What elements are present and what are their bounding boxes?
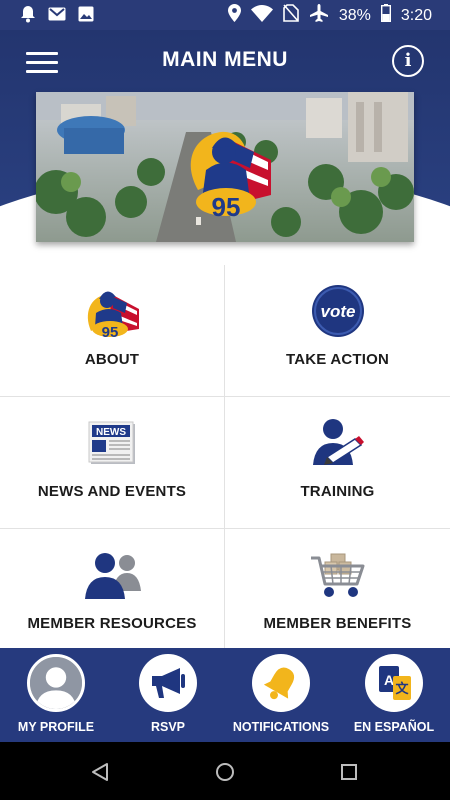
banner-logo-text: 95 [212,192,241,222]
members-icon [0,547,224,603]
menu-item-take-action[interactable]: vote TAKE ACTION [225,265,450,397]
newspaper-icon: NEWS [0,415,224,471]
nav-label: RSVP [150,720,186,734]
info-icon[interactable]: i [392,45,424,77]
nav-label: MY PROFILE [17,720,95,734]
about-logo-text: 95 [102,324,119,339]
menu-item-training[interactable]: TRAINING [225,397,450,529]
nav-my-profile[interactable]: MY PROFILE [0,648,112,742]
menu-item-label: NEWS AND EVENTS [37,483,187,500]
menu-item-label: ABOUT [84,351,140,368]
translate-icon: A 文 [365,654,423,712]
menu-item-member-resources[interactable]: MEMBER RESOURCES [0,529,225,661]
notification-bell-icon [20,5,36,28]
local-95-logo-icon: 95 [0,283,224,339]
status-bar: 38% 3:20 [0,0,450,30]
svg-text:文: 文 [395,681,409,697]
nav-en-espanol[interactable]: A 文 EN ESPAÑOL [338,648,450,742]
back-icon[interactable] [91,762,109,787]
menu-item-member-benefits[interactable]: MEMBER BENEFITS [225,529,450,661]
home-icon[interactable] [215,762,235,787]
gmail-icon [48,7,66,26]
clock: 3:20 [400,6,432,24]
shopping-cart-icon [225,547,450,603]
location-icon [227,4,241,27]
nav-label: EN ESPAÑOL [353,720,435,734]
vote-icon: vote [225,283,450,339]
menu-item-label: MEMBER BENEFITS [263,615,412,632]
system-nav-bar [0,742,450,800]
bell-icon [252,654,310,712]
menu-item-news-and-events[interactable]: NEWS NEWS AND EVENTS [0,397,225,529]
profile-avatar-icon [27,654,85,712]
main-menu-grid: 95 ABOUT vote TAKE ACTION NEWS NEWS AND … [0,265,450,661]
menu-item-label: MEMBER RESOURCES [27,615,197,632]
airplane-icon [309,4,329,27]
recents-icon[interactable] [340,763,358,786]
training-icon [225,415,450,471]
nav-notifications[interactable]: NOTIFICATIONS [225,648,337,742]
page-title: MAIN MENU [162,48,288,71]
battery-percent: 38% [338,6,371,24]
vote-icon-text: vote [320,302,355,321]
nav-rsvp[interactable]: RSVP [112,648,224,742]
battery-icon [380,4,391,27]
menu-item-label: TRAINING [300,483,375,500]
wifi-icon [250,4,273,27]
svg-text:A: A [384,672,394,688]
menu-item-label: TAKE ACTION [285,351,390,368]
nav-label: NOTIFICATIONS [232,720,330,734]
banner-image: 95 [36,92,414,242]
newspaper-icon-text: NEWS [96,427,126,438]
menu-item-about[interactable]: 95 ABOUT [0,265,225,397]
no-sim-icon [283,4,299,27]
photos-icon [78,6,94,27]
bottom-nav: MY PROFILE RSVP NOTIFICATIONS A 文 EN ESP… [0,648,450,742]
megaphone-icon [139,654,197,712]
